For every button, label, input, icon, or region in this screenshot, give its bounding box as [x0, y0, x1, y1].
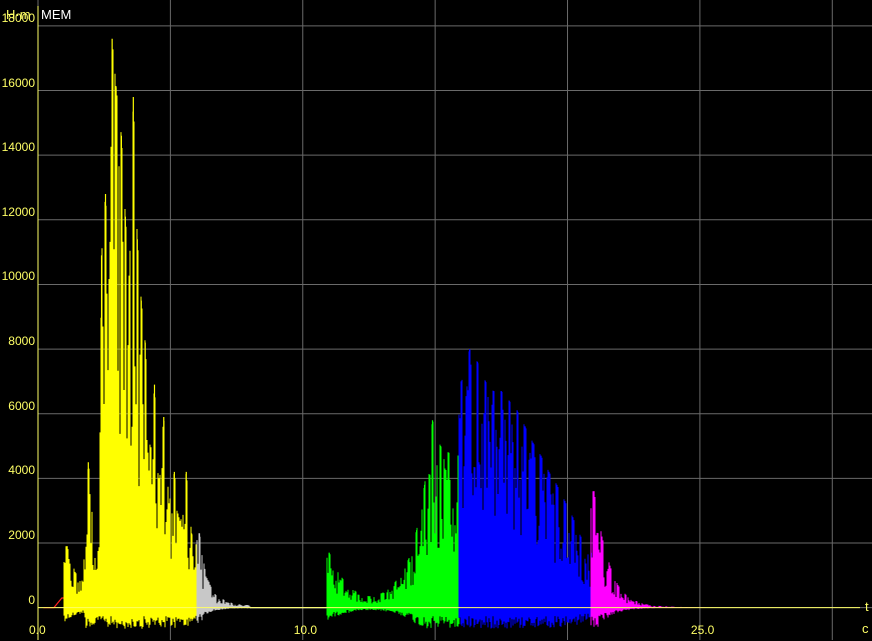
x-axis-label: t [865, 599, 869, 614]
y-tick-label: 12000 [1, 204, 35, 219]
series-line-0 [43, 597, 65, 609]
y-tick-label: 16000 [1, 75, 35, 90]
x-axis-unit: c [862, 621, 869, 636]
x-tick-label: 25.0 [690, 623, 715, 637]
series-segment-5 [458, 349, 592, 629]
chart-series [43, 38, 729, 629]
y-tick-label: 4000 [8, 463, 35, 478]
y-tick-label: 0 [28, 592, 35, 607]
series-segment-2 [196, 533, 251, 623]
y-tick-label: 10000 [1, 269, 35, 284]
chart-title: MEM [41, 7, 72, 22]
chart-plot [37, 0, 872, 640]
y-tick-label: 6000 [8, 398, 35, 413]
series-segment-1 [63, 38, 198, 629]
x-tick-label: 10.0 [293, 623, 318, 637]
series-segment-4 [326, 420, 460, 629]
y-tick-label: 8000 [8, 334, 35, 349]
series-trace-4 [326, 421, 460, 629]
series-segment-6 [590, 491, 729, 627]
y-tick-label: 14000 [1, 140, 35, 155]
x-tick-label: 0.0 [29, 623, 46, 637]
series-trace-6 [590, 491, 729, 627]
series-trace-1 [63, 49, 198, 629]
series-segment-0 [43, 597, 65, 609]
y-axis-label: Н·m [6, 7, 31, 22]
y-tick-label: 2000 [8, 528, 35, 543]
